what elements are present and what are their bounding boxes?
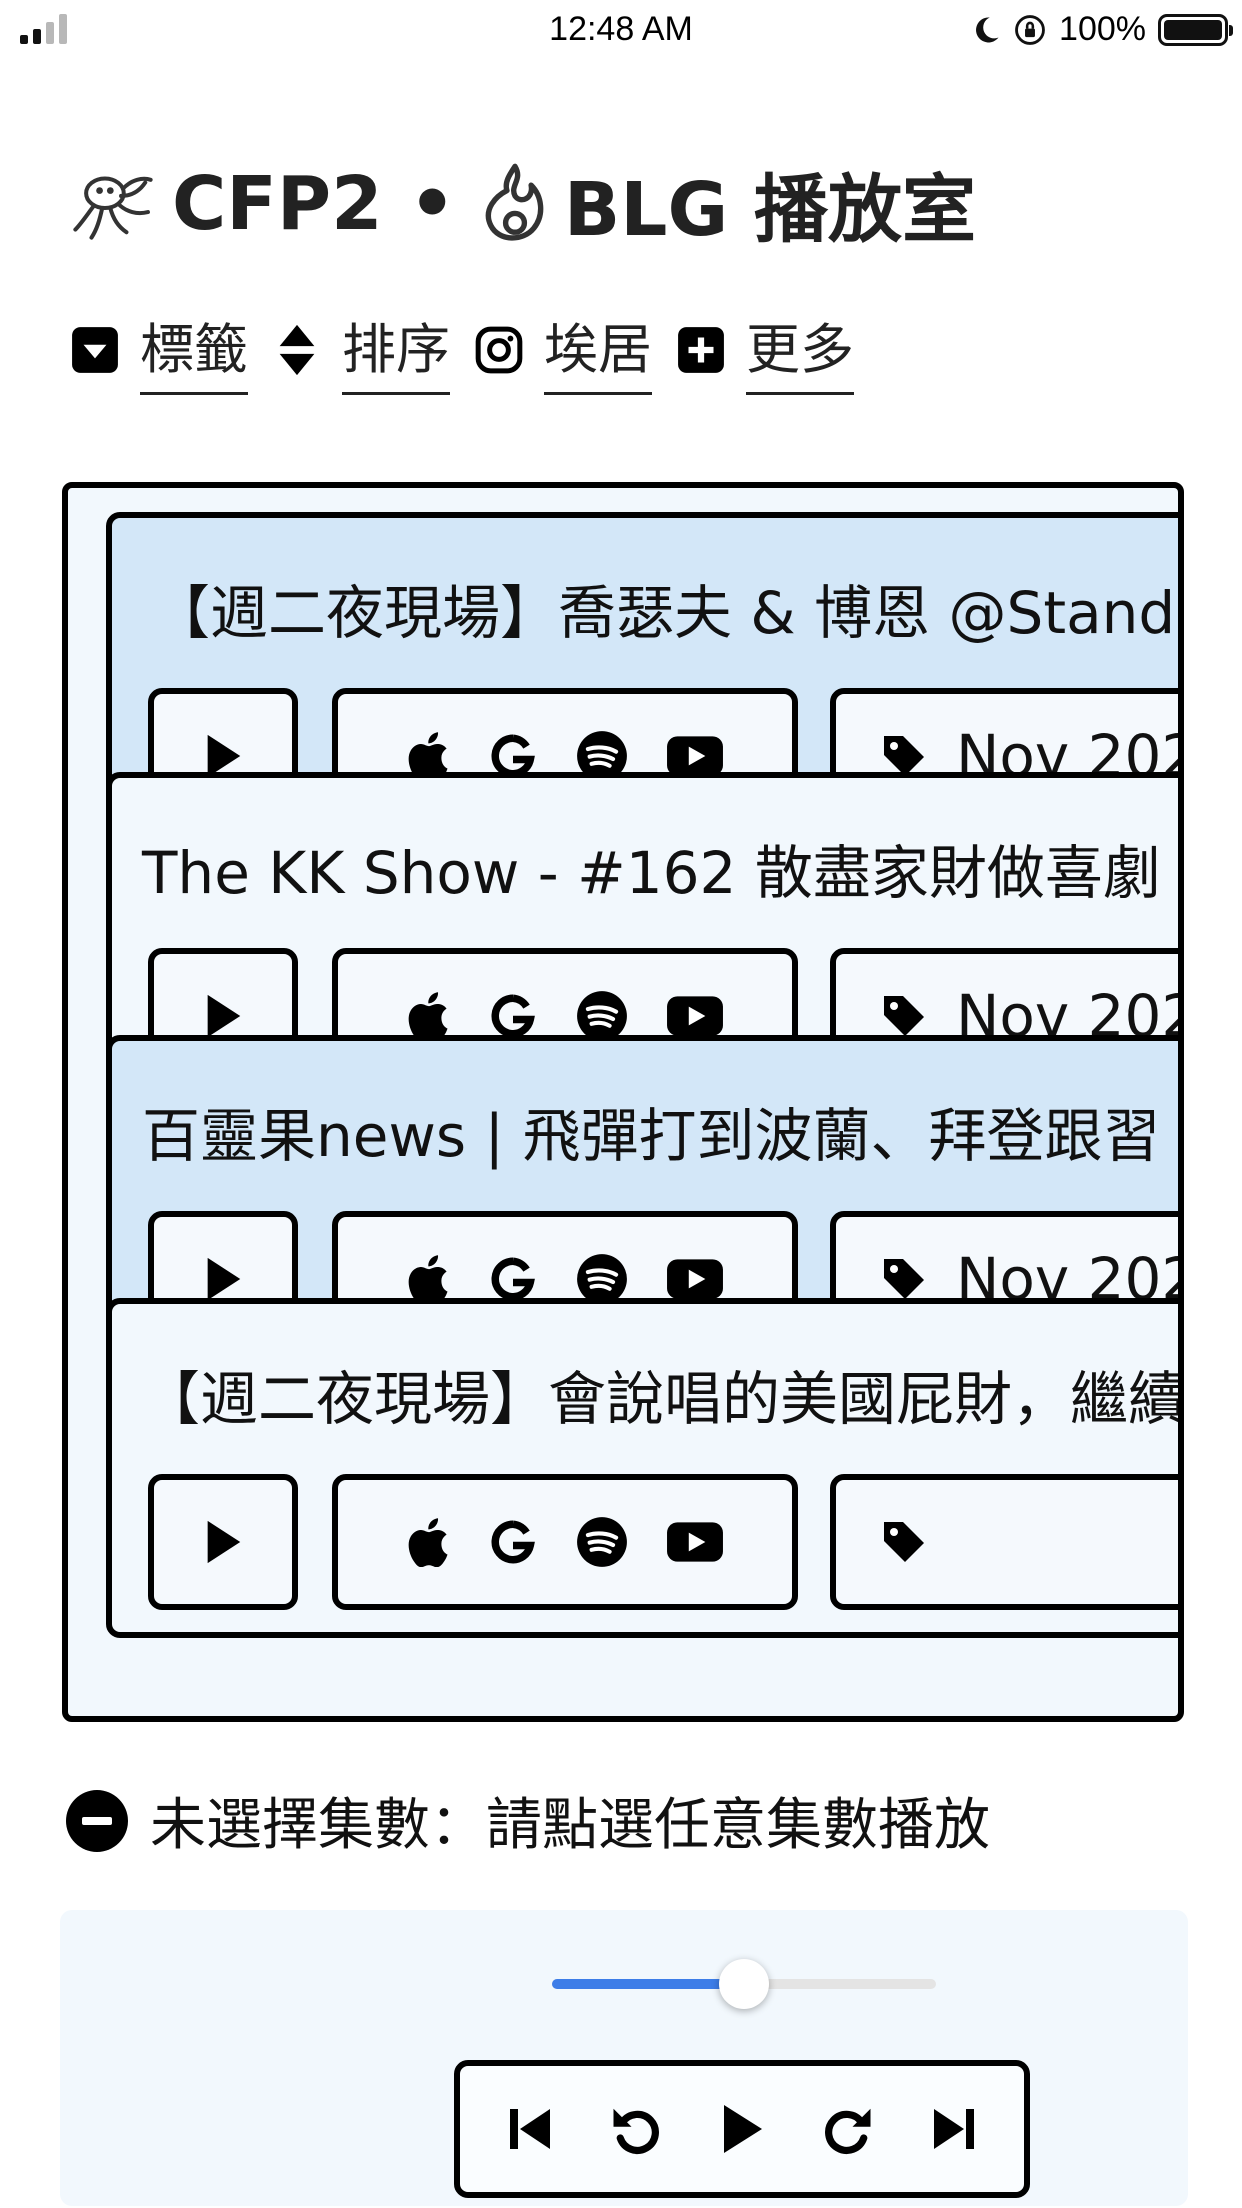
youtube-icon[interactable]	[666, 995, 724, 1037]
tag-icon	[880, 1518, 928, 1566]
youtube-icon[interactable]	[666, 1521, 724, 1563]
menu-item-more[interactable]: 更多	[676, 305, 854, 395]
menu-item-sort[interactable]: 排序	[272, 305, 450, 395]
youtube-icon[interactable]	[666, 735, 724, 777]
orientation-lock-icon	[1015, 14, 1045, 45]
player-controls	[454, 2060, 1030, 2198]
plus-square-icon	[676, 325, 726, 375]
menu-item-label: 更多	[746, 305, 854, 395]
play-icon	[203, 1256, 243, 1302]
progress-fill	[552, 1979, 744, 1989]
minus-circle-icon	[66, 1789, 128, 1852]
tag-icon	[880, 992, 928, 1040]
audio-player	[60, 1910, 1188, 2206]
apple-icon[interactable]	[406, 1517, 450, 1567]
skip-forward-icon[interactable]	[924, 2099, 984, 2159]
episode-tag-button[interactable]	[830, 1474, 1178, 1610]
menu-item-instagram[interactable]: 埃居	[474, 305, 652, 395]
skip-back-icon[interactable]	[500, 2099, 560, 2159]
menu-item-label: 標籤	[140, 305, 248, 395]
apple-icon[interactable]	[406, 991, 450, 1041]
google-icon[interactable]	[488, 1254, 538, 1304]
flame-icon	[485, 163, 544, 241]
header-separator: •	[408, 160, 456, 247]
progress-slider[interactable]	[552, 1959, 936, 2009]
play-icon	[203, 1519, 243, 1565]
episode-card[interactable]: 【週二夜現場】會說唱的美國屁財，繼續	[106, 1298, 1178, 1638]
play-icon	[203, 993, 243, 1039]
status-right: 100%	[971, 10, 1233, 49]
top-menu: 標籤 排序 埃居 更多	[70, 305, 858, 395]
menu-item-tags[interactable]: 標籤	[70, 305, 248, 395]
caret-square-down-icon	[70, 325, 120, 375]
battery-percent: 100%	[1059, 10, 1146, 48]
episode-play-button[interactable]	[148, 1474, 298, 1610]
rewind-icon[interactable]	[606, 2099, 666, 2159]
tag-icon	[880, 1255, 928, 1303]
squid-icon	[73, 175, 153, 240]
brand-primary: CFP2	[172, 160, 383, 247]
episode-title[interactable]: 【週二夜現場】喬瑟夫 & 博恩 @Stand	[152, 566, 1175, 650]
episode-title[interactable]: 【週二夜現場】會說唱的美國屁財，繼續	[142, 1352, 1178, 1436]
battery-icon	[1158, 13, 1233, 46]
menu-item-label: 埃居	[544, 305, 652, 395]
progress-thumb[interactable]	[719, 1959, 769, 2009]
moon-icon	[976, 16, 999, 42]
brand-secondary: BLG 播放室	[563, 167, 976, 253]
episode-list[interactable]: 【週二夜現場】喬瑟夫 & 博恩 @Stand Nov 202 The KK Show…	[62, 482, 1184, 1722]
sort-icon	[272, 324, 322, 376]
spotify-icon[interactable]	[576, 1516, 628, 1568]
play-icon[interactable]	[712, 2099, 772, 2159]
google-icon[interactable]	[488, 991, 538, 1041]
app-header: CFP2 • BLG 播放室	[70, 150, 976, 257]
platform-links	[332, 1474, 798, 1610]
menu-item-label: 排序	[342, 305, 450, 395]
episode-title[interactable]: The KK Show - #162 散盡家財做喜劇 -	[142, 826, 1178, 910]
instagram-icon	[474, 325, 524, 375]
forward-icon[interactable]	[818, 2099, 878, 2159]
youtube-icon[interactable]	[666, 1258, 724, 1300]
apple-icon[interactable]	[406, 1254, 450, 1304]
now-playing-text: 未選擇集數：請點選任意集數播放	[150, 1793, 990, 1858]
google-icon[interactable]	[488, 1517, 538, 1567]
now-playing-status: 未選擇集數：請點選任意集數播放	[66, 1780, 990, 1861]
episode-title[interactable]: 百靈果news | 飛彈打到波蘭、拜登跟習	[142, 1089, 1161, 1173]
status-bar: 12:48 AM 100%	[0, 0, 1242, 64]
